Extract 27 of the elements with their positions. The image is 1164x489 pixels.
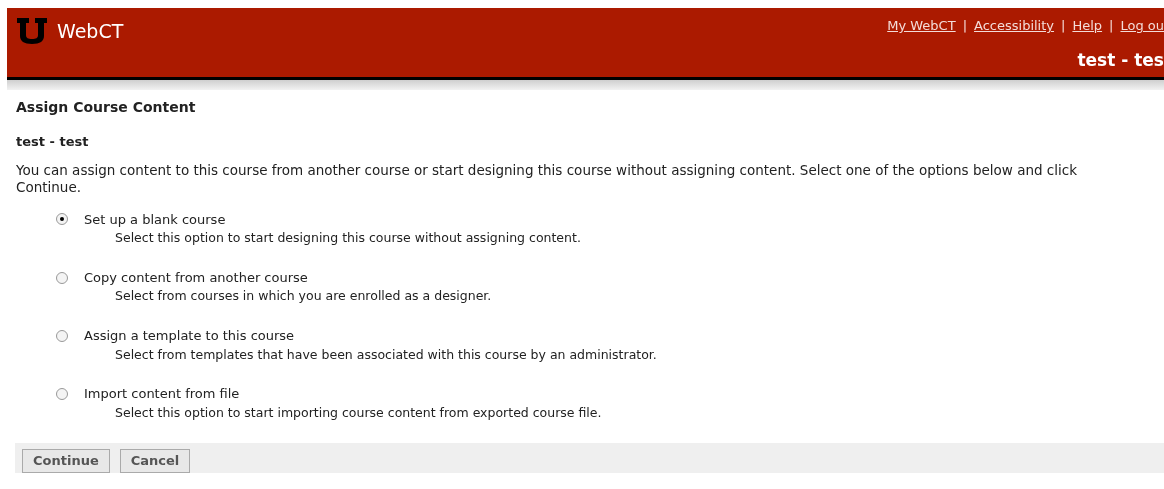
app-logo-text: WebCT [57, 19, 124, 44]
radio-button[interactable] [56, 213, 68, 226]
option-description: Select from templates that have been associated with this course by an administrator. [115, 345, 658, 364]
nav-link[interactable]: Log ou [1120, 16, 1164, 36]
radio-button[interactable] [56, 388, 68, 400]
option-description: Select this option to start importing course content from exported course file. [115, 403, 603, 422]
form-button[interactable]: Cancel [119, 448, 191, 473]
option-label: Set up a blank course [84, 210, 226, 229]
option-description: Select from courses in which you are enrolled as a designer. [115, 287, 493, 306]
separator-text: | [1061, 17, 1066, 35]
separator-text: | [1109, 17, 1114, 35]
course-title: test - test [16, 133, 90, 151]
form-button[interactable]: Continue [22, 448, 110, 473]
option-label: Assign a template to this course [84, 327, 295, 345]
nav-link[interactable]: Accessibility [974, 16, 1055, 36]
separator-text: | [962, 17, 968, 35]
option-description: Select this option to start designing this course without assigning content. [115, 229, 582, 247]
radio-button[interactable] [56, 329, 68, 342]
intro-text: You can assign content to this course from another course or start designing this course without assigning content. Select one of the options below and click Continue. [16, 161, 1078, 196]
u-logo-icon [17, 18, 47, 44]
option-label: Copy content from another course [84, 268, 308, 287]
page-title: Assign Course Content [16, 98, 197, 117]
nav-link[interactable]: My WebCT [887, 16, 956, 36]
option-label: Import content from file [84, 385, 240, 404]
radio-button[interactable] [56, 271, 68, 284]
course-name: test - tes [1077, 48, 1164, 72]
nav-link[interactable]: Help [1072, 16, 1103, 36]
